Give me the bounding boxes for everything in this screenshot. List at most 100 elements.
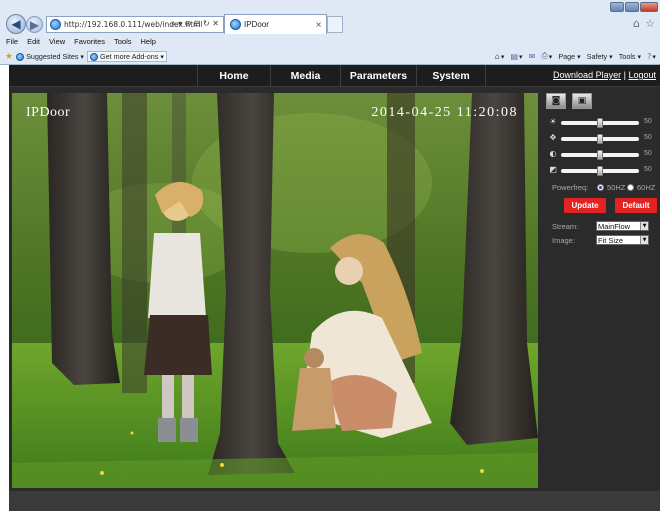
osd-camera-name: IPDoor [26,105,71,120]
command-home[interactable]: ⌂ ▾ [495,52,505,61]
minimize-button[interactable] [610,2,624,12]
slider-value: 50 [644,118,652,125]
video-frame-image [12,93,538,488]
camera-icon: ◙ [551,96,561,106]
update-button[interactable]: Update [564,198,606,213]
powerfreq-60hz-label: 60HZ [637,183,656,192]
camera-web-app: Home Media Parameters System Download Pl… [9,65,660,511]
top-links: Download Player | Logout [553,70,656,80]
favorites-star-icon[interactable]: ☆ [645,17,655,30]
stream-label: Stream: [552,222,579,231]
slider-thumb[interactable] [597,166,603,176]
image-row: Image: Fit Size ▼ [552,235,660,246]
back-button[interactable]: ◀ [6,14,26,34]
menu-favorites[interactable]: Favorites [74,37,105,49]
command-feeds[interactable]: ▤ ▾ [510,52,522,61]
menu-edit[interactable]: Edit [27,37,40,49]
ie-link-icon [16,52,25,61]
slider-value: 50 [644,150,652,157]
home-icon[interactable]: ⌂ [633,17,640,30]
print-icon: ⎙ [541,51,548,60]
sharpness-slider[interactable]: ◩ 50 [548,165,660,176]
bottom-bar [9,491,660,511]
stream-select[interactable]: MainFlow ▼ [596,221,649,231]
powerfreq-60hz-radio[interactable] [627,184,634,191]
address-tools[interactable]: ⌕ ▾ ⊘ ⊟ ↻ ✕ [171,19,219,29]
menu-help[interactable]: Help [141,37,156,49]
home-icon: ⌂ [494,51,500,61]
link-separator: | [623,70,626,80]
menu-view[interactable]: View [49,37,65,49]
nav-tab-home[interactable]: Home [197,65,270,87]
slider-value: 50 [644,134,652,141]
tab-title: IPDoor [244,20,269,29]
snapshot-button[interactable]: ◙ [546,93,566,109]
image-label: Image: [552,236,575,245]
help-icon: ? [647,51,652,61]
tab-favicon [230,19,241,30]
contrast-icon: ✥ [549,133,557,142]
nav-tab-system[interactable]: System [416,65,486,87]
command-page[interactable]: Page ▾ [558,52,580,61]
saturation-slider[interactable]: ◐ 50 [548,149,660,160]
ie-page-icon [50,19,61,30]
command-bar: ⌂ ▾ ▤ ▾ ✉ ⎙ ▾ Page ▾ Safety ▾ Tools ▾ ? ▾ [495,51,656,61]
menu-tools[interactable]: Tools [114,37,132,49]
back-arrow-icon: ◀ [11,17,21,31]
powerfreq-50hz-label: 50HZ [607,183,626,192]
slider-thumb[interactable] [597,134,603,144]
tab-close-icon[interactable]: × [315,20,322,29]
top-navigation: Home Media Parameters System Download Pl… [9,65,660,87]
download-player-link[interactable]: Download Player [553,70,621,80]
image-select-value: Fit Size [598,236,624,245]
saturation-icon: ◐ [549,149,557,158]
live-video-view[interactable]: IPDoor 2014-04-25 11:20:08 [12,93,538,488]
powerfreq-row: Powerfreq: 50HZ 60HZ [552,183,660,193]
mail-icon: ✉ [528,51,536,61]
command-safety[interactable]: Safety ▾ [587,52,613,61]
contrast-slider[interactable]: ✥ 50 [548,133,660,144]
command-help[interactable]: ? ▾ [647,52,656,61]
browser-tab-active[interactable]: IPDoor × [224,14,327,34]
command-tools[interactable]: Tools ▾ [619,52,641,61]
maximize-button[interactable] [625,2,639,12]
slider-track[interactable] [561,150,639,160]
get-addons-link[interactable]: Get more Add-ons ▾ [87,51,167,62]
address-row: ◀ ▶ http://192.168.0.111/web/index.html … [0,14,660,36]
feeds-icon: ▤ [510,51,519,61]
default-button[interactable]: Default [615,198,657,213]
nav-tab-media[interactable]: Media [270,65,340,87]
forward-button[interactable]: ▶ [26,16,43,33]
brightness-icon: ☀ [549,117,557,126]
nav-tab-parameters[interactable]: Parameters [340,65,416,87]
slider-track[interactable] [561,118,639,128]
sharpness-icon: ◩ [549,165,557,174]
suggested-sites-link[interactable]: Suggested Sites ▾ [16,52,84,61]
forward-arrow-icon: ▶ [29,17,40,32]
window-controls [610,2,658,12]
slider-thumb[interactable] [597,150,603,160]
brightness-slider[interactable]: ☀ 50 [548,117,660,128]
chevron-down-icon: ▼ [640,236,648,244]
command-print[interactable]: ⎙ ▾ [541,51,552,61]
logout-link[interactable]: Logout [628,70,656,80]
record-button[interactable]: ▣ [572,93,592,109]
browser-chrome: ◀ ▶ http://192.168.0.111/web/index.html … [0,0,660,65]
chevron-down-icon: ▼ [640,222,648,230]
address-bar[interactable]: http://192.168.0.111/web/index.html ⌕ ▾ … [46,16,224,33]
slider-track[interactable] [561,134,639,144]
favorites-links: ★ Suggested Sites ▾ Get more Add-ons ▾ [5,51,167,62]
slider-thumb[interactable] [597,118,603,128]
image-size-select[interactable]: Fit Size ▼ [596,235,649,245]
powerfreq-50hz-radio[interactable] [597,184,604,191]
menu-file[interactable]: File [6,37,18,49]
close-window-button[interactable] [640,2,658,12]
stream-select-value: MainFlow [598,222,631,231]
new-tab-button[interactable] [327,16,343,33]
save-icon: ▣ [577,96,587,106]
osd-timestamp: 2014-04-25 11:20:08 [371,105,518,120]
slider-track[interactable] [561,166,639,176]
stream-row: Stream: MainFlow ▼ [552,221,660,232]
favorites-icon[interactable]: ★ [5,52,13,62]
command-mail[interactable]: ✉ [529,52,536,61]
